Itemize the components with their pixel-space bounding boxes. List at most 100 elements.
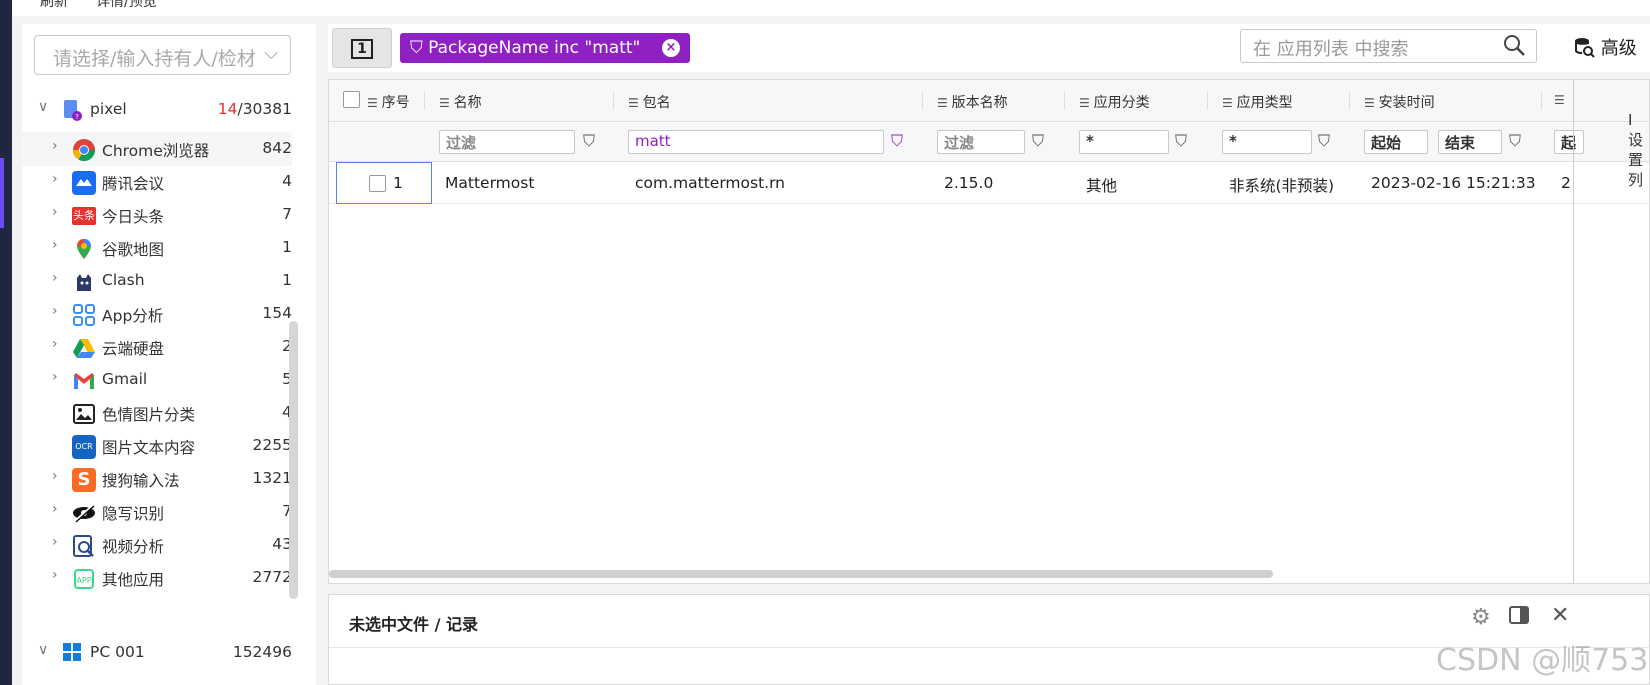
tree-item-app-analysis[interactable]: › App分析 154 (22, 297, 292, 331)
google-maps-icon (72, 237, 96, 261)
chevron-right-icon[interactable]: › (52, 501, 66, 517)
filter-icon[interactable]: ⛉ (1318, 131, 1338, 153)
tree-item-steganography[interactable]: › 隐写识别 7 (22, 495, 292, 529)
column-divider[interactable] (1541, 92, 1542, 110)
name-filter-input[interactable]: 过滤 (439, 130, 575, 154)
column-divider[interactable] (1064, 92, 1065, 110)
column-header-type[interactable]: 应用类型 (1222, 92, 1293, 112)
table-row[interactable]: 1 Mattermost com.mattermost.rn 2.15.0 其他… (329, 162, 1649, 204)
chevron-right-icon[interactable]: › (52, 369, 66, 385)
advanced-label: 高级 (1600, 38, 1637, 59)
tree-item-video-analysis[interactable]: › 视频分析 43 (22, 528, 292, 562)
cell-package: com.mattermost.rn (635, 174, 786, 192)
tree-item-google-drive[interactable]: › 云端硬盘 2 (22, 330, 292, 364)
type-filter-select[interactable]: * (1222, 130, 1312, 154)
column-header-category[interactable]: 应用分类 (1079, 92, 1150, 112)
chevron-right-icon[interactable]: › (52, 204, 66, 220)
column-divider[interactable] (424, 92, 425, 110)
chevron-right-icon[interactable]: › (52, 534, 66, 550)
app-analysis-icon (72, 303, 96, 327)
tree-item-label: 其他应用 (102, 571, 165, 589)
device-total-count: /30381 (237, 100, 292, 118)
column-divider[interactable] (1207, 92, 1208, 110)
tree-item-image-classify[interactable]: 色情图片分类 4 (22, 396, 292, 430)
filter-icon[interactable]: ⛉ (583, 131, 603, 153)
chevron-down-icon[interactable]: ∨ (38, 99, 52, 115)
cell-next-column: 2 (1561, 174, 1571, 192)
search-input[interactable]: 在 应用列表 中搜索 (1240, 29, 1537, 63)
pc-count: 152496 (232, 643, 292, 661)
menu-refresh[interactable]: 刷新 (40, 0, 68, 11)
tree-item-count: 1321 (252, 469, 292, 487)
chevron-right-icon[interactable]: › (52, 567, 66, 583)
filter-icon[interactable]: ⛉ (1032, 131, 1052, 153)
panel-toggle-icon[interactable] (1509, 605, 1529, 630)
column-header-install-time[interactable]: 安装时间 (1364, 92, 1435, 112)
tree-item-ocr[interactable]: OCR 图片文本内容 2255 (22, 429, 292, 463)
tree-item-count: 7 (282, 205, 292, 223)
owner-select[interactable]: 请选择/输入持有人/检材 ⌵ (34, 35, 291, 75)
next-column-filter-input[interactable]: 起 (1554, 130, 1584, 154)
tree-item-toutiao[interactable]: › 头条 今日头条 7 (22, 198, 292, 232)
column-divider[interactable] (1349, 92, 1350, 110)
column-divider[interactable] (613, 92, 614, 110)
column-header-version[interactable]: 版本名称 (937, 92, 1008, 112)
tree-item-gmail[interactable]: › Gmail 5 (22, 363, 292, 397)
tree-item-tencent-meeting[interactable]: › 腾讯会议 4 (22, 165, 292, 199)
tree-item-google-maps[interactable]: › 谷歌地图 1 (22, 231, 292, 265)
search-icon[interactable] (1502, 33, 1526, 63)
chevron-right-icon[interactable]: › (52, 336, 66, 352)
chevron-down-icon: ⌵ (264, 43, 278, 64)
chevron-right-icon[interactable]: › (52, 270, 66, 286)
chevron-right-icon[interactable]: › (52, 237, 66, 253)
column-header-index[interactable]: 序号 (367, 92, 410, 112)
column-header-name[interactable]: 名称 (439, 92, 482, 112)
row-checkbox[interactable] (369, 174, 386, 192)
package-filter-input[interactable]: matt (628, 130, 884, 154)
square-toggle-button[interactable]: 1 (332, 28, 392, 68)
tree-item-chrome[interactable]: › Chrome浏览器 842 (22, 132, 292, 166)
tree-item-count: 842 (262, 139, 292, 157)
category-filter-select[interactable]: * (1079, 130, 1169, 154)
sidebar: 请选择/输入持有人/检材 ⌵ ∨ ? pixel 14/30381 › Chro… (22, 24, 316, 685)
row-select-cell[interactable]: 1 (336, 162, 432, 204)
time-end-input[interactable]: 结束 (1438, 130, 1502, 154)
chevron-right-icon[interactable]: › (52, 468, 66, 484)
app-list-grid: 序号 名称 包名 版本名称 应用分类 应用类型 安装时间 过滤 ⛉ matt ⛉… (328, 79, 1650, 584)
column-header-package[interactable]: 包名 (628, 92, 671, 112)
chevron-right-icon[interactable]: › (52, 303, 66, 319)
filter-icon[interactable]: ⛉ (891, 131, 911, 153)
tree-item-count: 1 (282, 238, 292, 256)
tree-item-label: 图片文本内容 (102, 439, 196, 457)
tree-device-pc[interactable]: ∨ PC 001 152496 (22, 636, 292, 670)
active-filter-chip[interactable]: ⛉ PackageName inc "matt" × (400, 33, 690, 63)
menu-detail-preview[interactable]: 详情/预览 (96, 0, 157, 11)
column-header-more[interactable] (1554, 92, 1565, 108)
column-settings-side-tab[interactable]: I 设 置 列 (1628, 110, 1650, 190)
time-start-input[interactable]: 起始 (1364, 130, 1428, 154)
column-divider[interactable] (922, 92, 923, 110)
svg-text:?: ? (75, 113, 79, 121)
filter-icon[interactable]: ⛉ (1509, 131, 1529, 153)
filter-icon[interactable]: ⛉ (1175, 131, 1195, 153)
cell-name: Mattermost (445, 174, 535, 192)
chevron-right-icon[interactable]: › (52, 171, 66, 187)
tree-item-clash[interactable]: › Clash 1 (22, 264, 292, 298)
tree-item-label: 谷歌地图 (102, 241, 165, 259)
select-all-checkbox[interactable] (343, 91, 360, 108)
tree-item-sogou[interactable]: › S 搜狗输入法 1321 (22, 462, 292, 496)
cell-install-time: 2023-02-16 15:21:33 (1371, 174, 1536, 192)
version-filter-input[interactable]: 过滤 (937, 130, 1025, 154)
advanced-search-button[interactable]: 高级 (1573, 34, 1637, 60)
gear-icon[interactable]: ⚙ (1471, 605, 1491, 630)
chevron-right-icon[interactable]: › (52, 138, 66, 154)
tree-device-pixel[interactable]: ∨ ? pixel 14/30381 (22, 93, 292, 127)
chrome-icon (72, 138, 96, 162)
tree-item-other-apps[interactable]: › APP 其他应用 2772 (22, 561, 292, 595)
close-icon[interactable]: ✕ (1551, 603, 1569, 628)
sidebar-scrollbar[interactable] (289, 321, 298, 599)
chevron-down-icon[interactable]: ∨ (38, 642, 52, 658)
grid-horizontal-scrollbar[interactable] (329, 570, 1273, 578)
grid-right-divider (1573, 80, 1574, 583)
close-icon[interactable]: × (662, 39, 680, 57)
